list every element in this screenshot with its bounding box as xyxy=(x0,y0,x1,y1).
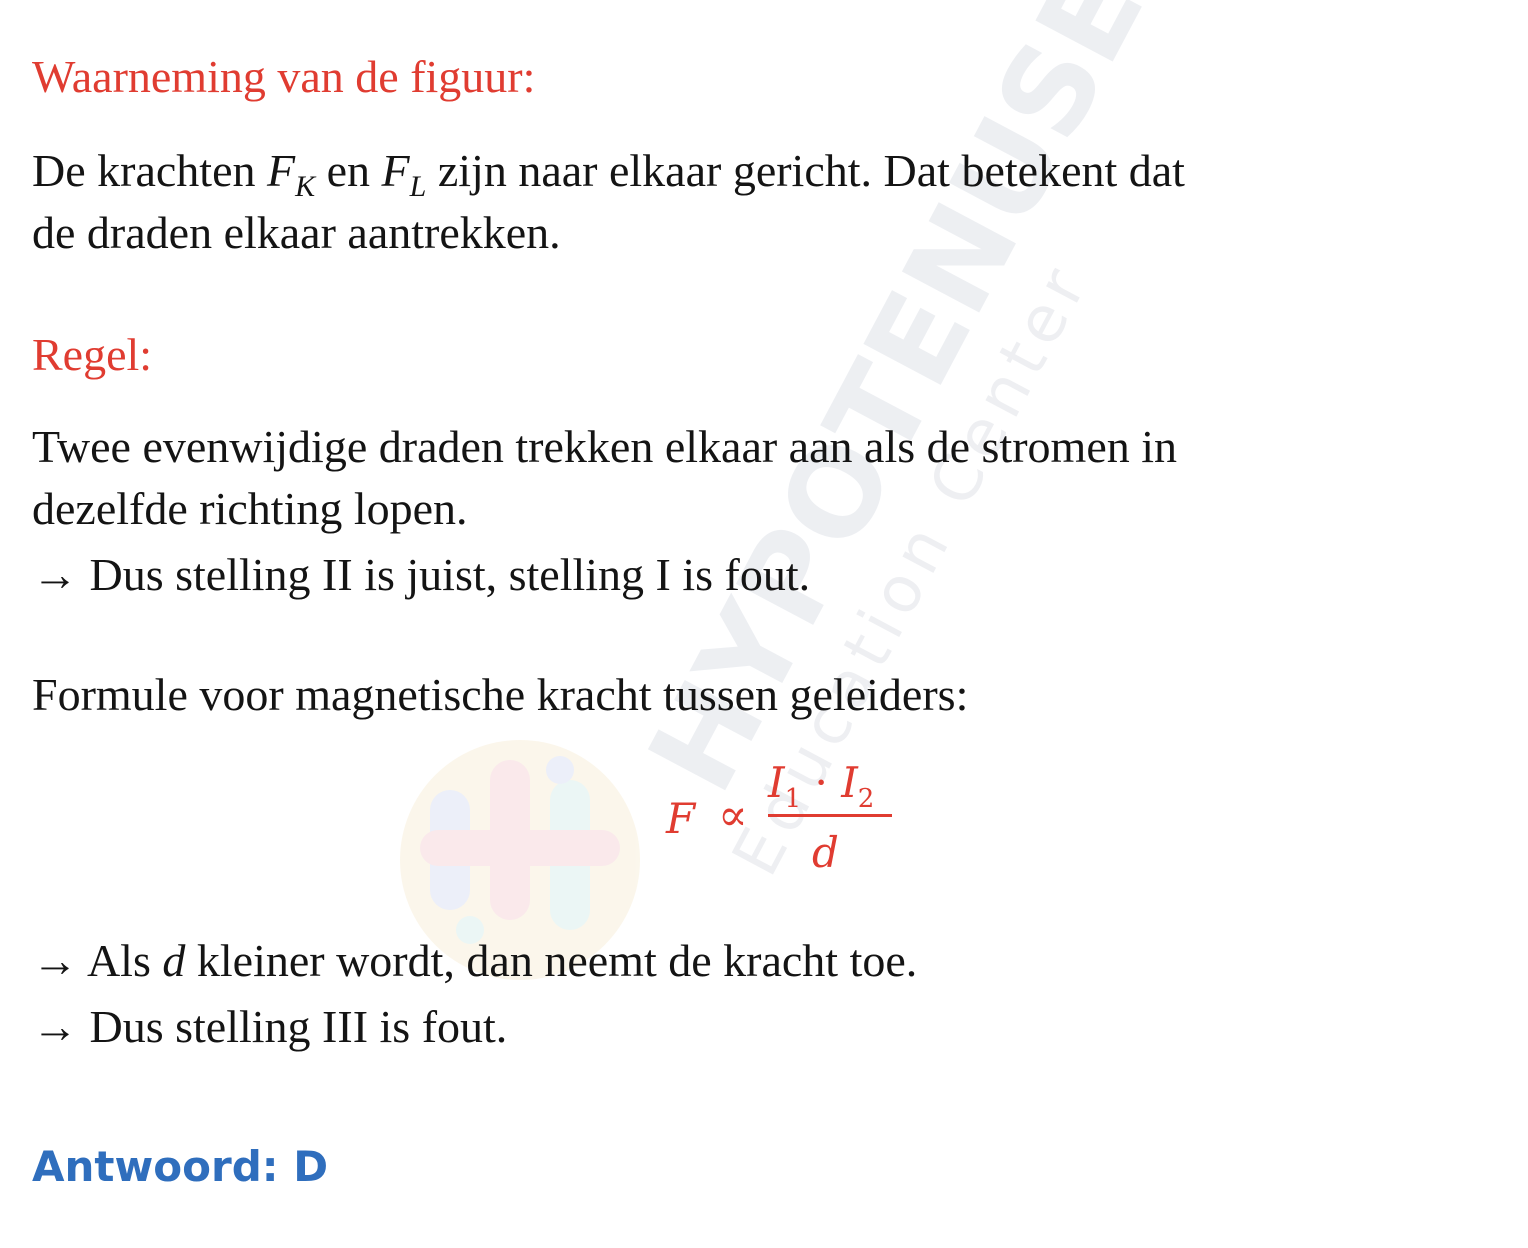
observation-line-1: De krachten FK en FL zijn naar elkaar ge… xyxy=(32,145,1185,203)
conclusion-line-2: → Dus stelling III is fout. xyxy=(32,1001,508,1052)
observation-text-1: De krachten xyxy=(32,145,267,196)
answer-label: Antwoord: D xyxy=(32,1142,329,1191)
formula-numerator: I1 · I2 xyxy=(768,758,875,814)
proportional-symbol: ∝ xyxy=(718,790,748,841)
force-fk: FK xyxy=(267,145,316,203)
formula-lhs: F xyxy=(666,794,696,843)
formula-denominator: d xyxy=(812,828,839,877)
heading-rule: Regel: xyxy=(32,329,153,380)
rule-line-1: Twee evenwijdige draden trekken elkaar a… xyxy=(32,421,1178,472)
heading-observation: Waarneming van de figuur: xyxy=(32,51,536,102)
observation-line-2: de draden elkaar aantrekken. xyxy=(32,207,561,258)
variable-d: d xyxy=(162,935,186,986)
conclusion-line-1: → Als d kleiner wordt, dan neemt de krac… xyxy=(32,935,918,986)
fraction-bar xyxy=(768,814,892,817)
observation-text-3: zijn naar elkaar gericht. Dat betekent d… xyxy=(426,145,1185,196)
rule-line-3: → Dus stelling II is juist, stelling I i… xyxy=(32,549,811,600)
observation-text-2: en xyxy=(315,145,382,196)
formula-intro: Formule voor magnetische kracht tussen g… xyxy=(32,669,969,720)
rule-line-2: dezelfde richting lopen. xyxy=(32,483,468,534)
force-fl: FL xyxy=(381,145,427,203)
